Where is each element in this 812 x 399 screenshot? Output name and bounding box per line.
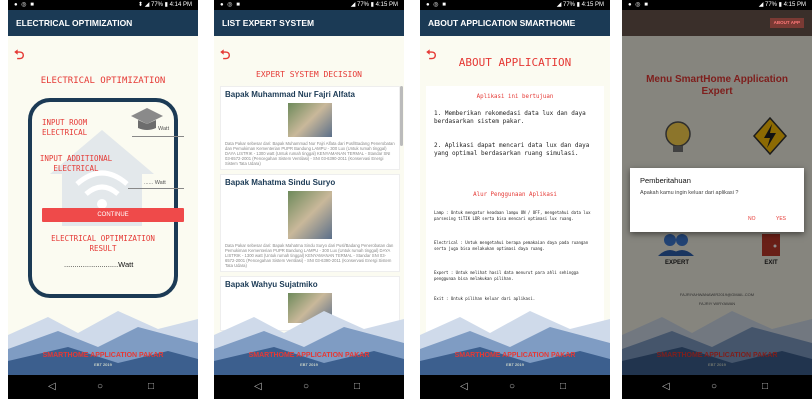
screen-content: ⮌ ABOUT APPLICATION Aplikasi ini bertuju… [420, 36, 610, 375]
exit-confirm-dialog: Pemberitahuan Apakah kamu ingin keluar d… [630, 168, 804, 232]
purpose-item-1: 1. Memberikan rekomedasi data lux dan da… [434, 110, 586, 125]
back-arrow-icon[interactable]: ⮌ [220, 46, 230, 68]
footer-subtitle: EBT 2019 [94, 362, 112, 367]
app-bar-title: ABOUT APPLICATION SMARTHOME [420, 10, 610, 36]
nav-recents-icon[interactable]: □ [354, 381, 360, 392]
input-additional-unit: ...... Watt [144, 180, 166, 186]
expert-description: Data Pakar sebesar dari: Bapak Muhammad … [225, 141, 395, 166]
status-icons-left: ● ◎ ■ [220, 2, 241, 8]
app-bar: ABOUT APP [622, 10, 812, 36]
dialog-title: Pemberitahuan [640, 176, 691, 185]
nav-home-icon[interactable]: ○ [97, 381, 103, 392]
expert-name: Bapak Muhammad Nur Fajri Alfata [225, 90, 355, 99]
phone-menu-exit-dialog: ● ◎ ■ ◢ 77% ▮ 4:15 PM ABOUT APP Menu Sma… [622, 0, 812, 399]
input-additional-label: INPUT ADDITIONAL ELECTRICAL [39, 154, 113, 173]
nav-recents-icon[interactable]: □ [762, 381, 768, 392]
android-nav-bar: ◁ ○ □ [420, 375, 610, 399]
status-bar: ● ◎ ■ ◢ 77% ▮ 4:15 PM [622, 0, 812, 10]
footer-title: SMARTHOME APPLICATION PAKAR [42, 352, 164, 359]
expert-description: Data Pakar sebesar dari: Bapak Mahatma S… [225, 243, 394, 268]
expert-photo [288, 191, 332, 239]
screen-content: ⮌ EXPERT SYSTEM DECISION Bapak Muhammad … [214, 36, 404, 375]
android-nav-bar: ◁ ○ □ [622, 375, 812, 399]
list-item[interactable]: Bapak Muhammad Nur Fajri Alfata Data Pak… [220, 86, 400, 170]
flow-item-electrical: Electrical : Untuk mengetahui berapa pem… [434, 240, 589, 251]
status-icons-right: ⬍ ◢ 77% ▮ 4:14 PM [138, 2, 192, 8]
continue-button[interactable]: CONTINUE [42, 208, 184, 222]
status-icons-left: ● ◎ ■ [14, 2, 35, 8]
nav-back-icon[interactable]: ◁ [48, 381, 56, 392]
status-icons-right: ◢ 77% ▮ 4:15 PM [350, 2, 398, 8]
dialog-no-button[interactable]: NO [748, 216, 756, 222]
footer-subtitle: EBT 2019 [300, 362, 318, 367]
app-bar-title: LIST EXPERT SYSTEM [214, 10, 404, 36]
nav-home-icon[interactable]: ○ [509, 381, 515, 392]
status-bar: ● ◎ ■ ◢ 77% ▮ 4:15 PM [420, 0, 610, 10]
scrollbar[interactable] [400, 86, 403, 146]
result-value: ..........................Watt [64, 260, 134, 269]
status-bar: ● ◎ ■ ⬍ ◢ 77% ▮ 4:14 PM [8, 0, 198, 10]
expert-name: Bapak Mahatma Sindu Suryo [225, 178, 336, 187]
dialog-yes-button[interactable]: YES [776, 216, 786, 222]
status-bar: ● ◎ ■ ◢ 77% ▮ 4:15 PM [214, 0, 404, 10]
app-bar-title: ELECTRICAL OPTIMIZATION [8, 10, 198, 36]
footer-subtitle: EBT 2019 [506, 362, 524, 367]
status-icons-right: ◢ 77% ▮ 4:15 PM [758, 2, 806, 8]
phone-about-application: ● ◎ ■ ◢ 77% ▮ 4:15 PM ABOUT APPLICATION … [420, 0, 610, 399]
screen-content: ⮌ ELECTRICAL OPTIMIZATION INPUT ROOM ELE… [8, 36, 198, 375]
status-icons-left: ● ◎ ■ [628, 2, 649, 8]
result-label: ELECTRICAL OPTIMIZATION RESULT [51, 234, 155, 253]
input-room-label: INPUT ROOM ELECTRICAL [42, 118, 88, 137]
status-icons-left: ● ◎ ■ [426, 2, 447, 8]
flow-item-exit: Exit : Untuk pilihan keluar dari aplikas… [434, 296, 536, 301]
footer-title: SMARTHOME APPLICATION PAKAR [454, 352, 576, 359]
screen-content: Menu SmartHome Application Expert EXPERT… [622, 36, 812, 375]
input-additional-field[interactable] [128, 188, 184, 189]
footer-title: SMARTHOME APPLICATION PAKAR [248, 352, 370, 359]
phone-list-expert: ● ◎ ■ ◢ 77% ▮ 4:15 PM LIST EXPERT SYSTEM… [214, 0, 404, 399]
back-arrow-icon[interactable]: ⮌ [14, 46, 24, 68]
nav-home-icon[interactable]: ○ [303, 381, 309, 392]
list-item[interactable]: Bapak Mahatma Sindu Suryo Data Pakar seb… [220, 174, 400, 272]
nav-back-icon[interactable]: ◁ [460, 381, 468, 392]
flow-item-expert: Expert : Untuk melihat hasil data menuru… [434, 270, 579, 281]
expert-name: Bapak Wahyu Sujatmiko [225, 280, 318, 289]
about-app-button[interactable]: ABOUT APP [769, 18, 804, 28]
phone-electrical-optimization: ● ◎ ■ ⬍ ◢ 77% ▮ 4:14 PM ELECTRICAL OPTIM… [8, 0, 198, 399]
nav-back-icon[interactable]: ◁ [662, 381, 670, 392]
android-nav-bar: ◁ ○ □ [214, 375, 404, 399]
flow-item-lamp: Lamp : Untuk mengatur keadaan lampu ON /… [434, 210, 591, 221]
nav-back-icon[interactable]: ◁ [254, 381, 262, 392]
android-nav-bar: ◁ ○ □ [8, 375, 198, 399]
nav-recents-icon[interactable]: □ [560, 381, 566, 392]
purpose-item-2: 2. Aplikasi dapat mencari data lux dan d… [434, 142, 590, 157]
purpose-title: Aplikasi ini bertujuan [476, 94, 554, 100]
expert-photo [288, 103, 332, 137]
flow-title: Alur Penggunaan Aplikasi [473, 192, 557, 198]
dialog-message: Apakah kamu ingin keluar dari aplikasi ? [640, 190, 739, 196]
status-icons-right: ◢ 77% ▮ 4:15 PM [556, 2, 604, 8]
nav-recents-icon[interactable]: □ [148, 381, 154, 392]
input-room-unit: Watt [158, 126, 170, 132]
input-room-field[interactable] [132, 136, 184, 137]
page-heading: ELECTRICAL OPTIMIZATION [40, 76, 166, 86]
page-heading: EXPERT SYSTEM DECISION [256, 70, 362, 79]
nav-home-icon[interactable]: ○ [711, 381, 717, 392]
page-heading: ABOUT APPLICATION [458, 56, 572, 69]
